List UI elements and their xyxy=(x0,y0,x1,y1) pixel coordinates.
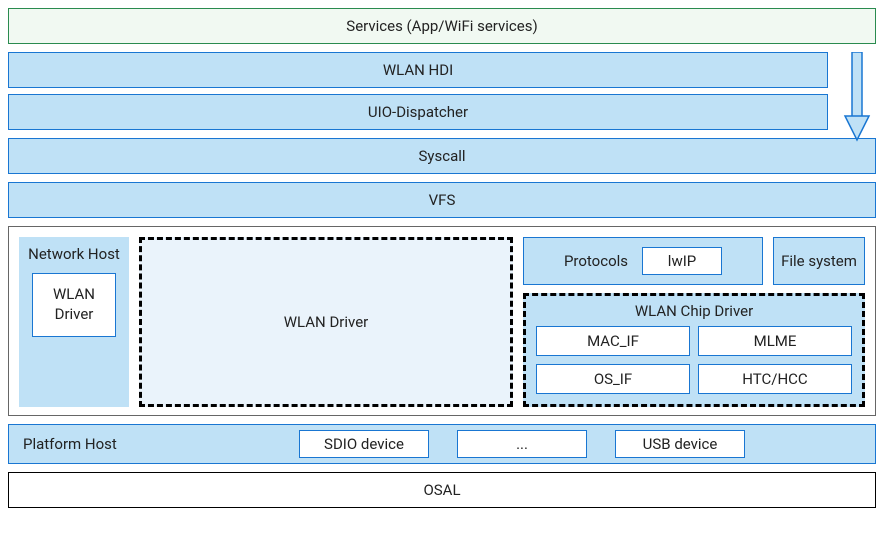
htc-hcc-box: HTC/HCC xyxy=(698,364,852,394)
mlme-label: MLME xyxy=(754,332,797,350)
chip-grid: MAC_IF MLME OS_IF HTC/HCC xyxy=(536,326,852,394)
right-column: Protocols lwIP File system WLAN Chip Dri… xyxy=(523,237,865,407)
top-right-row: Protocols lwIP File system xyxy=(523,237,865,285)
platform-host-layer: Platform Host SDIO device ... USB device xyxy=(8,424,876,464)
vfs-layer: VFS xyxy=(8,182,876,218)
dots-label: ... xyxy=(516,435,528,453)
mac-if-label: MAC_IF xyxy=(587,332,639,350)
protocols-label: Protocols xyxy=(564,252,628,270)
sdio-label: SDIO device xyxy=(324,435,404,453)
arrow-spacer xyxy=(838,94,876,130)
mac-if-box: MAC_IF xyxy=(536,326,690,356)
network-host-label: Network Host xyxy=(28,245,120,265)
wlan-driver-big-box: WLAN Driver xyxy=(139,237,513,407)
syscall-layer: Syscall xyxy=(8,138,876,174)
mlme-box: MLME xyxy=(698,326,852,356)
wlan-chip-driver-box: WLAN Chip Driver MAC_IF MLME OS_IF HTC/H… xyxy=(523,293,865,407)
wlan-driver-small-label: WLAN Driver xyxy=(33,285,115,324)
down-arrow-slot xyxy=(838,52,876,88)
usb-device-box: USB device xyxy=(615,430,745,458)
osal-label: OSAL xyxy=(423,481,460,499)
lwip-box: lwIP xyxy=(642,247,722,275)
services-layer: Services (App/WiFi services) xyxy=(8,8,876,44)
file-system-box: File system xyxy=(773,237,865,285)
usb-label: USB device xyxy=(643,435,718,453)
syscall-label: Syscall xyxy=(418,147,465,165)
uio-dispatcher-layer: UIO-Dispatcher xyxy=(8,94,828,130)
wlan-driver-small-box: WLAN Driver xyxy=(32,273,116,337)
os-if-label: OS_IF xyxy=(594,370,632,388)
middle-container: Network Host WLAN Driver WLAN Driver Pro… xyxy=(8,226,876,416)
osal-layer: OSAL xyxy=(8,472,876,508)
protocols-box: Protocols lwIP xyxy=(523,237,763,285)
sdio-device-box: SDIO device xyxy=(299,430,429,458)
wlan-hdi-layer: WLAN HDI xyxy=(8,52,828,88)
file-system-label: File system xyxy=(781,252,857,270)
lwip-label: lwIP xyxy=(668,252,696,270)
wlan-driver-big-label: WLAN Driver xyxy=(284,313,369,331)
dots-device-box: ... xyxy=(457,430,587,458)
device-wrap: SDIO device ... USB device xyxy=(183,430,861,458)
network-host-box: Network Host WLAN Driver xyxy=(19,237,129,407)
vfs-label: VFS xyxy=(429,191,456,209)
uio-label: UIO-Dispatcher xyxy=(368,103,468,121)
platform-host-label: Platform Host xyxy=(23,435,163,453)
services-label: Services (App/WiFi services) xyxy=(346,17,537,35)
htc-hcc-label: HTC/HCC xyxy=(742,370,807,388)
chip-driver-title: WLAN Chip Driver xyxy=(635,302,753,320)
wlan-hdi-label: WLAN HDI xyxy=(383,61,453,79)
os-if-box: OS_IF xyxy=(536,364,690,394)
